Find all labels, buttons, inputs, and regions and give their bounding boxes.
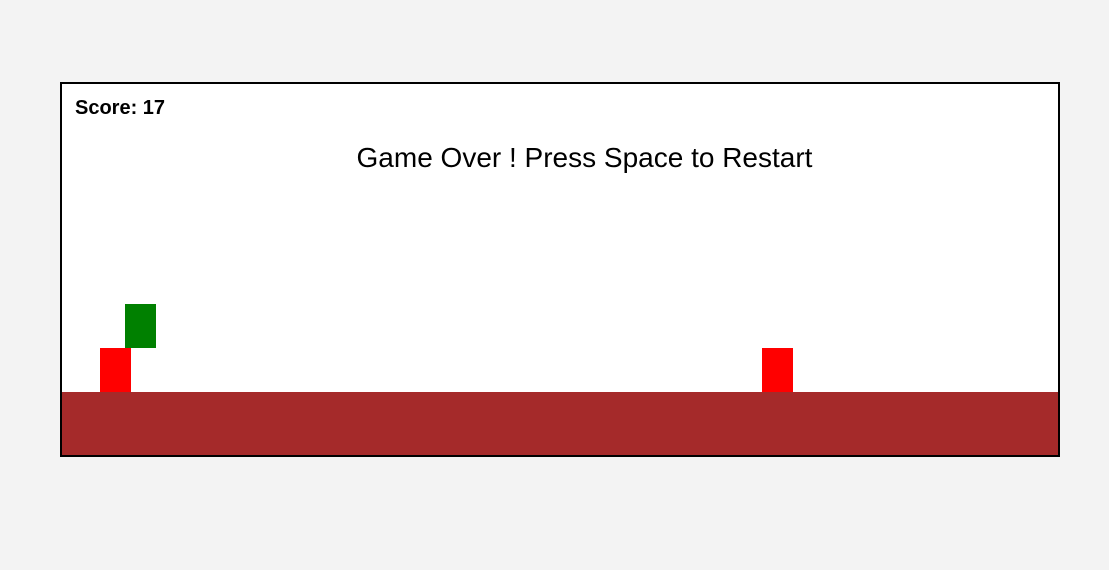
game-canvas[interactable]: Score: 17 Game Over ! Press Space to Res… bbox=[60, 82, 1060, 457]
obstacle-block bbox=[762, 348, 793, 392]
score-label: Score: 17 bbox=[75, 97, 166, 119]
game-over-message: Game Over ! Press Space to Restart bbox=[356, 142, 813, 173]
player-block bbox=[125, 304, 156, 348]
ground bbox=[62, 392, 1058, 455]
obstacle-block bbox=[100, 348, 131, 392]
